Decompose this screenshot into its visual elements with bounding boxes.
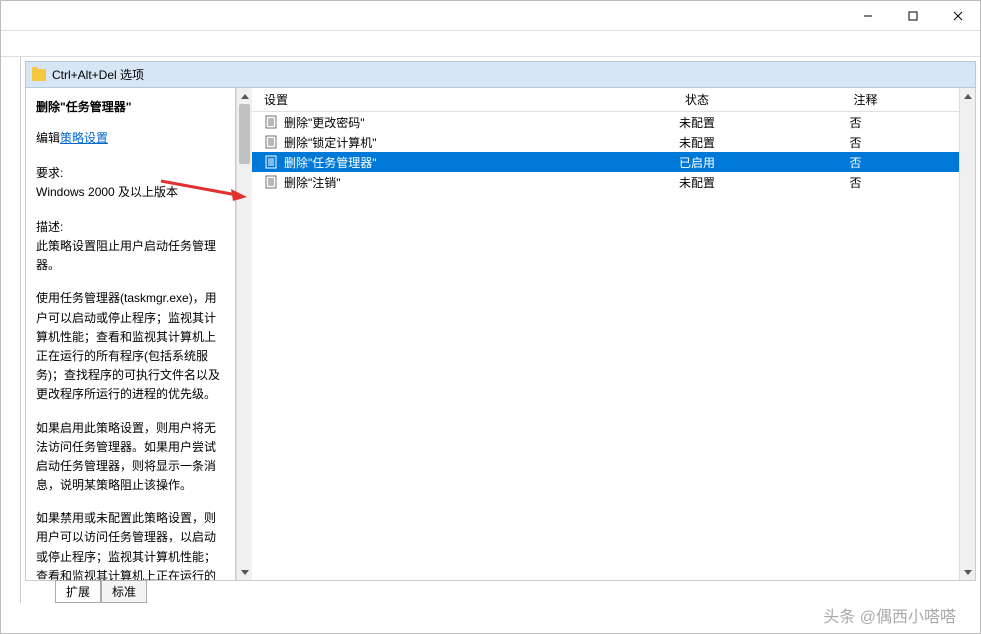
policy-row[interactable]: 删除"更改密码" 未配置否: [252, 112, 959, 132]
close-button[interactable]: [935, 1, 980, 31]
app-window: Ctrl+Alt+Del 选项 删除"任务管理器" 编辑策略设置 要求: Win…: [0, 0, 981, 634]
chevron-up-icon: [241, 94, 249, 99]
section-header: Ctrl+Alt+Del 选项: [25, 61, 976, 88]
tab-standard[interactable]: 标准: [101, 580, 147, 603]
panels: 删除"任务管理器" 编辑策略设置 要求: Windows 2000 及以上版本 …: [25, 88, 976, 581]
policy-status: 未配置: [622, 134, 772, 151]
list-scroll-track[interactable]: [960, 104, 975, 564]
edit-policy-row: 编辑策略设置: [36, 129, 225, 146]
row-setting: 删除"更改密码": [252, 114, 622, 131]
description-text: 此策略设置阻止用户启动任务管理器。: [36, 237, 225, 275]
list-header: 设置 状态 注释: [252, 88, 959, 112]
row-setting: 删除"锁定计算机": [252, 134, 622, 151]
row-setting: 删除"任务管理器": [252, 154, 622, 171]
scroll-track[interactable]: [237, 104, 252, 564]
policy-row[interactable]: 删除"注销" 未配置否: [252, 172, 959, 192]
left-gutter: [1, 57, 21, 603]
chevron-up-icon: [964, 94, 972, 99]
chevron-down-icon: [241, 570, 249, 575]
policy-status: 未配置: [622, 174, 772, 191]
minimize-button[interactable]: [845, 1, 890, 31]
policy-note: 否: [772, 114, 959, 131]
details-scrollbar[interactable]: [236, 88, 252, 580]
edit-label: 编辑: [36, 131, 60, 145]
description-para3: 如果禁用或未配置此策略设置，则用户可以访问任务管理器，以启动或停止程序；监视其计…: [36, 509, 225, 580]
policy-name: 删除"更改密码": [284, 114, 365, 131]
menubar: [1, 31, 980, 57]
settings-list: 设置 状态 注释 删除"更改密码"未配置否删除"锁定计算机"未配置否删除"任务管…: [252, 88, 959, 580]
policy-row[interactable]: 删除"任务管理器" 已启用否: [252, 152, 959, 172]
policy-note: 否: [772, 154, 959, 171]
tab-extended[interactable]: 扩展: [55, 580, 101, 603]
policy-title: 删除"任务管理器": [36, 98, 225, 115]
maximize-button[interactable]: [890, 1, 935, 31]
content-area: Ctrl+Alt+Del 选项 删除"任务管理器" 编辑策略设置 要求: Win…: [1, 57, 980, 603]
column-note[interactable]: 注释: [772, 91, 959, 108]
policy-name: 删除"注销": [284, 174, 341, 191]
settings-list-panel: 设置 状态 注释 删除"更改密码"未配置否删除"锁定计算机"未配置否删除"任务管…: [252, 88, 975, 580]
policy-note: 否: [772, 174, 959, 191]
column-status[interactable]: 状态: [622, 91, 772, 108]
description-para1: 使用任务管理器(taskmgr.exe)，用户可以启动或停止程序；监视其计算机性…: [36, 289, 225, 404]
policy-note: 否: [772, 134, 959, 151]
policy-settings-link[interactable]: 策略设置: [60, 131, 108, 145]
policy-status: 未配置: [622, 114, 772, 131]
scroll-down-button[interactable]: [237, 564, 252, 580]
list-scroll-up-button[interactable]: [960, 88, 975, 104]
policy-status: 已启用: [622, 154, 772, 171]
list-scrollbar[interactable]: [959, 88, 975, 580]
row-setting: 删除"注销": [252, 174, 622, 191]
watermark-text: 头条 @偶西小嗒嗒: [823, 603, 956, 627]
requirements-text: Windows 2000 及以上版本: [36, 183, 225, 200]
main-area: Ctrl+Alt+Del 选项 删除"任务管理器" 编辑策略设置 要求: Win…: [21, 57, 980, 603]
details-panel: 删除"任务管理器" 编辑策略设置 要求: Windows 2000 及以上版本 …: [26, 88, 236, 580]
description-label: 描述:: [36, 218, 225, 235]
titlebar: [1, 1, 980, 31]
chevron-down-icon: [964, 570, 972, 575]
requirements-label: 要求:: [36, 164, 225, 181]
policy-row[interactable]: 删除"锁定计算机" 未配置否: [252, 132, 959, 152]
list-scroll-down-button[interactable]: [960, 564, 975, 580]
folder-icon: [32, 69, 46, 81]
tab-bar: 扩展 标准: [25, 581, 976, 603]
scroll-up-button[interactable]: [237, 88, 252, 104]
policy-name: 删除"锁定计算机": [284, 134, 377, 151]
description-para2: 如果启用此策略设置，则用户将无法访问任务管理器。如果用户尝试启动任务管理器，则将…: [36, 419, 225, 496]
section-title: Ctrl+Alt+Del 选项: [52, 66, 144, 83]
scroll-thumb[interactable]: [239, 104, 250, 164]
column-setting[interactable]: 设置: [252, 91, 622, 108]
policy-name: 删除"任务管理器": [284, 154, 377, 171]
